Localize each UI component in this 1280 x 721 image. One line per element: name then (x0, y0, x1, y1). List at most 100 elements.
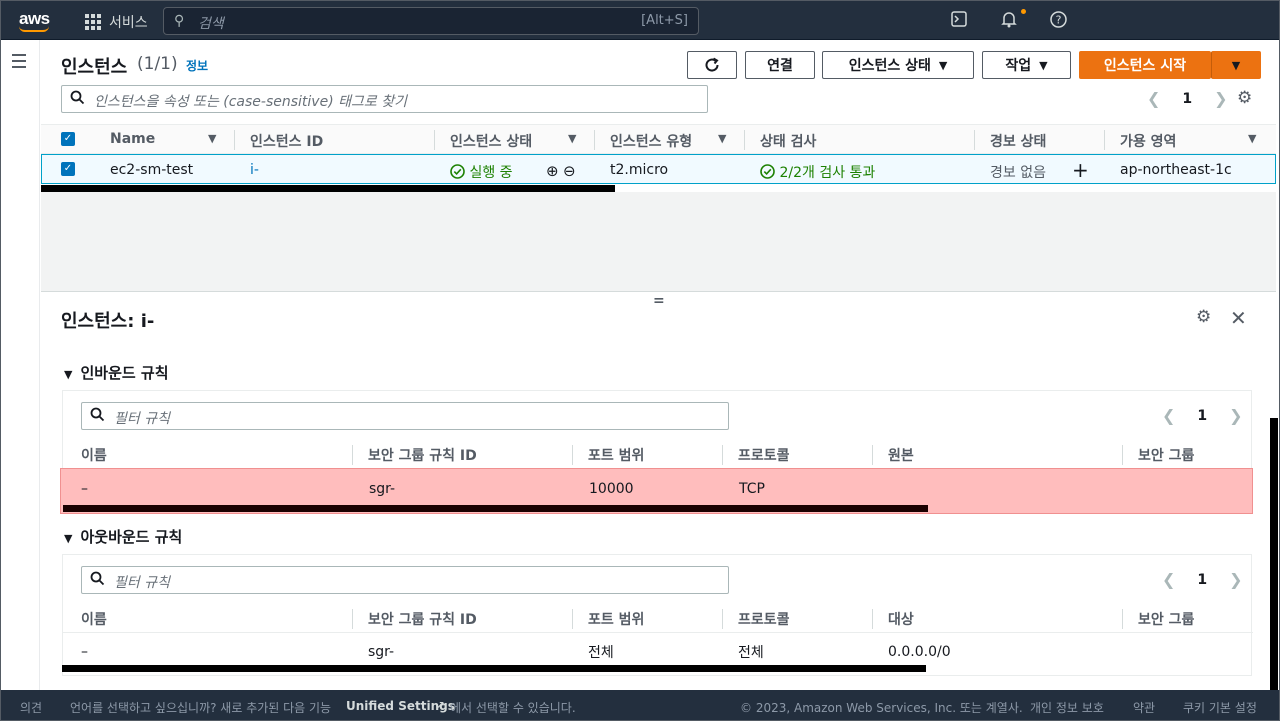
col-name[interactable]: Name (110, 131, 155, 147)
outbound-filter-input[interactable]: 필터 규칙 (81, 566, 729, 594)
info-link[interactable]: 정보 (186, 57, 208, 74)
col-protocol[interactable]: 프로토콜 (738, 445, 790, 465)
next-page-icon[interactable]: ❯ (1229, 406, 1242, 425)
col-name[interactable]: 이름 (81, 609, 107, 629)
col-protocol[interactable]: 프로토콜 (738, 609, 790, 629)
prev-page-icon[interactable]: ❮ (1162, 406, 1175, 425)
col-port-range[interactable]: 포트 범위 (588, 609, 644, 629)
col-name[interactable]: 이름 (81, 445, 107, 465)
global-search-input[interactable]: ⚲ 검색 [Alt+S] (163, 7, 699, 35)
col-instance-type[interactable]: 인스턴스 유형 (610, 131, 692, 151)
menu-icon[interactable] (12, 54, 26, 72)
table-row[interactable]: – sgr- 10000 TCP (60, 468, 1253, 514)
launch-options-dropdown[interactable]: ▼ (1211, 51, 1261, 79)
current-page[interactable]: 1 (1197, 572, 1207, 588)
panel-splitter[interactable] (41, 291, 1276, 292)
column-divider[interactable] (1104, 130, 1105, 150)
prev-page-icon[interactable]: ❮ (1162, 570, 1175, 589)
column-divider[interactable] (1122, 609, 1123, 629)
sort-caret-icon[interactable]: ▼ (208, 132, 216, 145)
cloudshell-icon[interactable] (951, 11, 967, 31)
outbound-rules-section[interactable]: ▼ 아웃바운드 규칙 (64, 526, 182, 547)
resize-handle-icon[interactable]: = (653, 293, 665, 309)
next-page-icon[interactable]: ❯ (1229, 570, 1242, 589)
services-menu[interactable]: 서비스 (109, 12, 148, 32)
inbound-filter-input[interactable]: 필터 규칙 (81, 402, 729, 430)
sort-caret-icon[interactable]: ▼ (568, 132, 576, 145)
search-shortcut: [Alt+S] (641, 13, 688, 28)
horizontal-scrollbar[interactable] (41, 185, 615, 192)
caret-down-icon: ▼ (1231, 58, 1241, 72)
column-divider[interactable] (872, 445, 873, 465)
port-range: 전체 (588, 645, 614, 661)
rule-name: – (81, 644, 88, 660)
services-grid-icon[interactable] (85, 14, 101, 30)
connect-button[interactable]: 연결 (745, 51, 815, 79)
col-destination[interactable]: 대상 (888, 609, 914, 629)
sort-caret-icon[interactable]: ▼ (1248, 132, 1256, 145)
cookie-preferences-link[interactable]: 쿠키 기본 설정 (1183, 699, 1257, 716)
column-divider[interactable] (234, 130, 235, 150)
instance-state-label: 인스턴스 상태 (848, 58, 931, 74)
col-alarm-status[interactable]: 경보 상태 (990, 131, 1046, 151)
col-security-group[interactable]: 보안 그룹 (1138, 609, 1194, 629)
col-instance-state[interactable]: 인스턴스 상태 (450, 131, 532, 151)
column-divider[interactable] (872, 609, 873, 629)
table-row[interactable]: ✓ ec2-sm-test i- 실행 중 ⊕ ⊖ t2.micro 2/2개 … (41, 154, 1276, 184)
col-rule-id[interactable]: 보안 그룹 규칙 ID (368, 609, 477, 629)
row-checkbox[interactable]: ✓ (61, 162, 75, 176)
refresh-button[interactable] (687, 51, 737, 79)
col-rule-id[interactable]: 보안 그룹 규칙 ID (368, 445, 477, 465)
actions-dropdown[interactable]: 작업 ▼ (982, 51, 1071, 79)
vertical-scrollbar[interactable] (1270, 418, 1278, 690)
col-availability-zone[interactable]: 가용 영역 (1120, 131, 1176, 151)
col-status-check[interactable]: 상태 검사 (760, 131, 816, 151)
column-divider[interactable] (572, 609, 573, 629)
col-source[interactable]: 원본 (888, 445, 914, 465)
current-page[interactable]: 1 (1197, 408, 1207, 424)
column-divider[interactable] (722, 445, 723, 465)
instance-id-link[interactable]: i- (250, 162, 259, 178)
col-instance-id[interactable]: 인스턴스 ID (250, 131, 323, 151)
col-port-range[interactable]: 포트 범위 (588, 445, 644, 465)
column-divider[interactable] (974, 130, 975, 150)
horizontal-scrollbar[interactable] (62, 665, 926, 672)
column-divider[interactable] (572, 445, 573, 465)
table-row[interactable]: – sgr- 전체 전체 0.0.0.0/0 (62, 634, 1253, 680)
instances-filter-input[interactable]: 인스턴스을 속성 또는 (case-sensitive) 태그로 찾기 (61, 85, 708, 113)
zoom-out-icon[interactable]: ⊖ (563, 162, 576, 180)
status-check-value[interactable]: 2/2개 검사 통과 (760, 162, 875, 182)
instances-panel: 인스턴스 (1/1) 정보 연결 인스턴스 상태 ▼ 작업 ▼ 인스턴스 시작 ▼ … (41, 40, 1276, 292)
next-page-icon[interactable]: ❯ (1214, 89, 1227, 108)
column-divider[interactable] (744, 130, 745, 150)
top-navigation-bar: aws 서비스 ⚲ 검색 [Alt+S] ? (0, 0, 1280, 40)
column-divider[interactable] (1122, 445, 1123, 465)
panel-settings-gear-icon[interactable]: ⚙ (1196, 307, 1211, 327)
column-divider[interactable] (352, 445, 353, 465)
column-divider[interactable] (434, 130, 435, 150)
terms-link[interactable]: 약관 (1133, 699, 1155, 716)
feedback-link[interactable]: 의견 (20, 699, 42, 716)
instances-table-container: 인스턴스 (1/1) 정보 연결 인스턴스 상태 ▼ 작업 ▼ 인스턴스 시작 ▼ … (41, 40, 1276, 192)
select-all-checkbox[interactable]: ✓ (61, 132, 75, 146)
table-settings-gear-icon[interactable]: ⚙ (1237, 88, 1252, 108)
help-icon[interactable]: ? (1050, 11, 1067, 32)
launch-instance-button[interactable]: 인스턴스 시작 (1079, 51, 1211, 79)
horizontal-scrollbar[interactable] (63, 505, 928, 512)
add-alarm-icon[interactable]: + (1072, 158, 1089, 182)
inbound-rules-section[interactable]: ▼ 인바운드 규칙 (64, 362, 169, 383)
current-page[interactable]: 1 (1182, 91, 1192, 107)
col-security-group[interactable]: 보안 그룹 (1138, 445, 1194, 465)
sort-caret-icon[interactable]: ▼ (718, 132, 726, 145)
column-divider[interactable] (594, 130, 595, 150)
instance-state-dropdown[interactable]: 인스턴스 상태 ▼ (822, 51, 974, 79)
zoom-in-icon[interactable]: ⊕ (546, 162, 559, 180)
state-text: 실행 중 (469, 165, 513, 181)
close-icon[interactable]: ✕ (1230, 306, 1247, 330)
outbound-table-header: 이름 보안 그룹 규칙 ID 포트 범위 프로토콜 대상 보안 그룹 (63, 603, 1253, 633)
column-divider[interactable] (722, 609, 723, 629)
prev-page-icon[interactable]: ❮ (1147, 89, 1160, 108)
column-divider[interactable] (352, 609, 353, 629)
privacy-link[interactable]: 개인 정보 보호 (1030, 699, 1104, 716)
bell-icon[interactable] (1001, 11, 1017, 32)
